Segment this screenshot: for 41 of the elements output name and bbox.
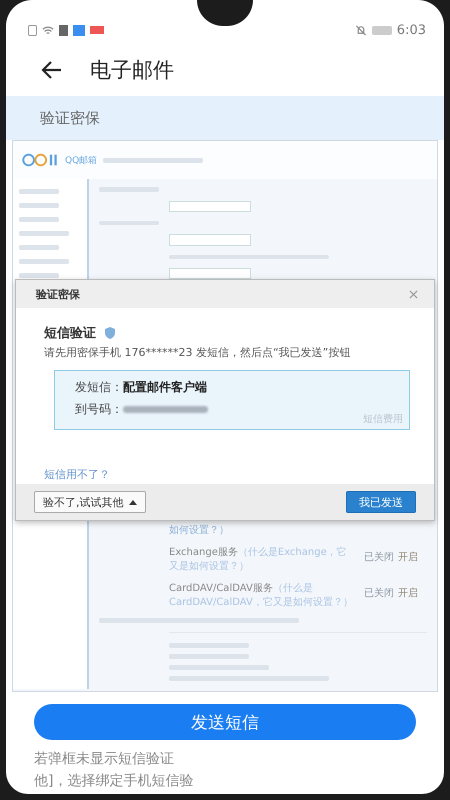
send-sms-button[interactable]: 发送短信 <box>34 704 416 740</box>
app-icon <box>73 24 85 36</box>
blurred-text <box>19 189 59 194</box>
blurred-text <box>19 203 59 208</box>
blurred-text <box>19 217 59 222</box>
sms-label: 发短信： <box>75 379 123 396</box>
sent-button[interactable]: 我已发送 <box>346 491 416 513</box>
app-icon <box>90 26 104 34</box>
number-label: 到号码： <box>75 401 123 418</box>
status-time: 6:03 <box>396 22 426 38</box>
blurred-text <box>19 231 69 236</box>
wifi-icon <box>42 24 54 36</box>
dialog-title: 验证密保 <box>36 286 80 302</box>
sms-content: 配置邮件客户端 <box>123 379 207 396</box>
hint-text: 若弹框未显示短信验证 <box>34 750 175 768</box>
blurred-text <box>19 259 69 264</box>
instruction-text: 请先用密保手机 176******23 发短信，然后点“我已发送”按钮 <box>44 345 352 360</box>
alternative-button[interactable]: 验不了,试试其他 <box>34 491 146 513</box>
blurred-text <box>19 245 59 250</box>
sim-icon <box>28 24 37 36</box>
camera-notch <box>197 0 253 26</box>
service-status: 已关闭 <box>364 586 394 600</box>
help-link[interactable]: 短信用不了？ <box>44 467 408 482</box>
help-link[interactable]: 如何设置？） <box>169 523 427 538</box>
battery-icon <box>372 26 392 34</box>
page-title: 电子邮件 <box>90 57 174 84</box>
logo-text: QQ邮箱 <box>65 154 98 166</box>
service-status: 已关闭 <box>364 550 394 564</box>
blurred-text <box>19 273 59 278</box>
app-icon <box>59 24 68 36</box>
hint-text: 他]，选择绑定手机短信验 <box>34 772 194 790</box>
dialog-heading: 短信验证 <box>44 325 96 342</box>
section-title: 验证密保 <box>40 108 100 128</box>
enable-link[interactable]: 开启 <box>398 586 418 600</box>
enable-link[interactable]: 开启 <box>398 550 418 564</box>
mail-logo-icon <box>21 152 59 168</box>
service-label: CardDAV/CalDAV服务（什么是CardDAV/CalDAV，它又是如何设置？） <box>169 582 354 610</box>
shield-icon <box>104 326 116 340</box>
service-label: Exchange服务（什么是Exchange，它又是如何设置？） <box>169 546 348 574</box>
caret-icon <box>128 500 136 504</box>
mute-bell-icon <box>354 24 367 36</box>
